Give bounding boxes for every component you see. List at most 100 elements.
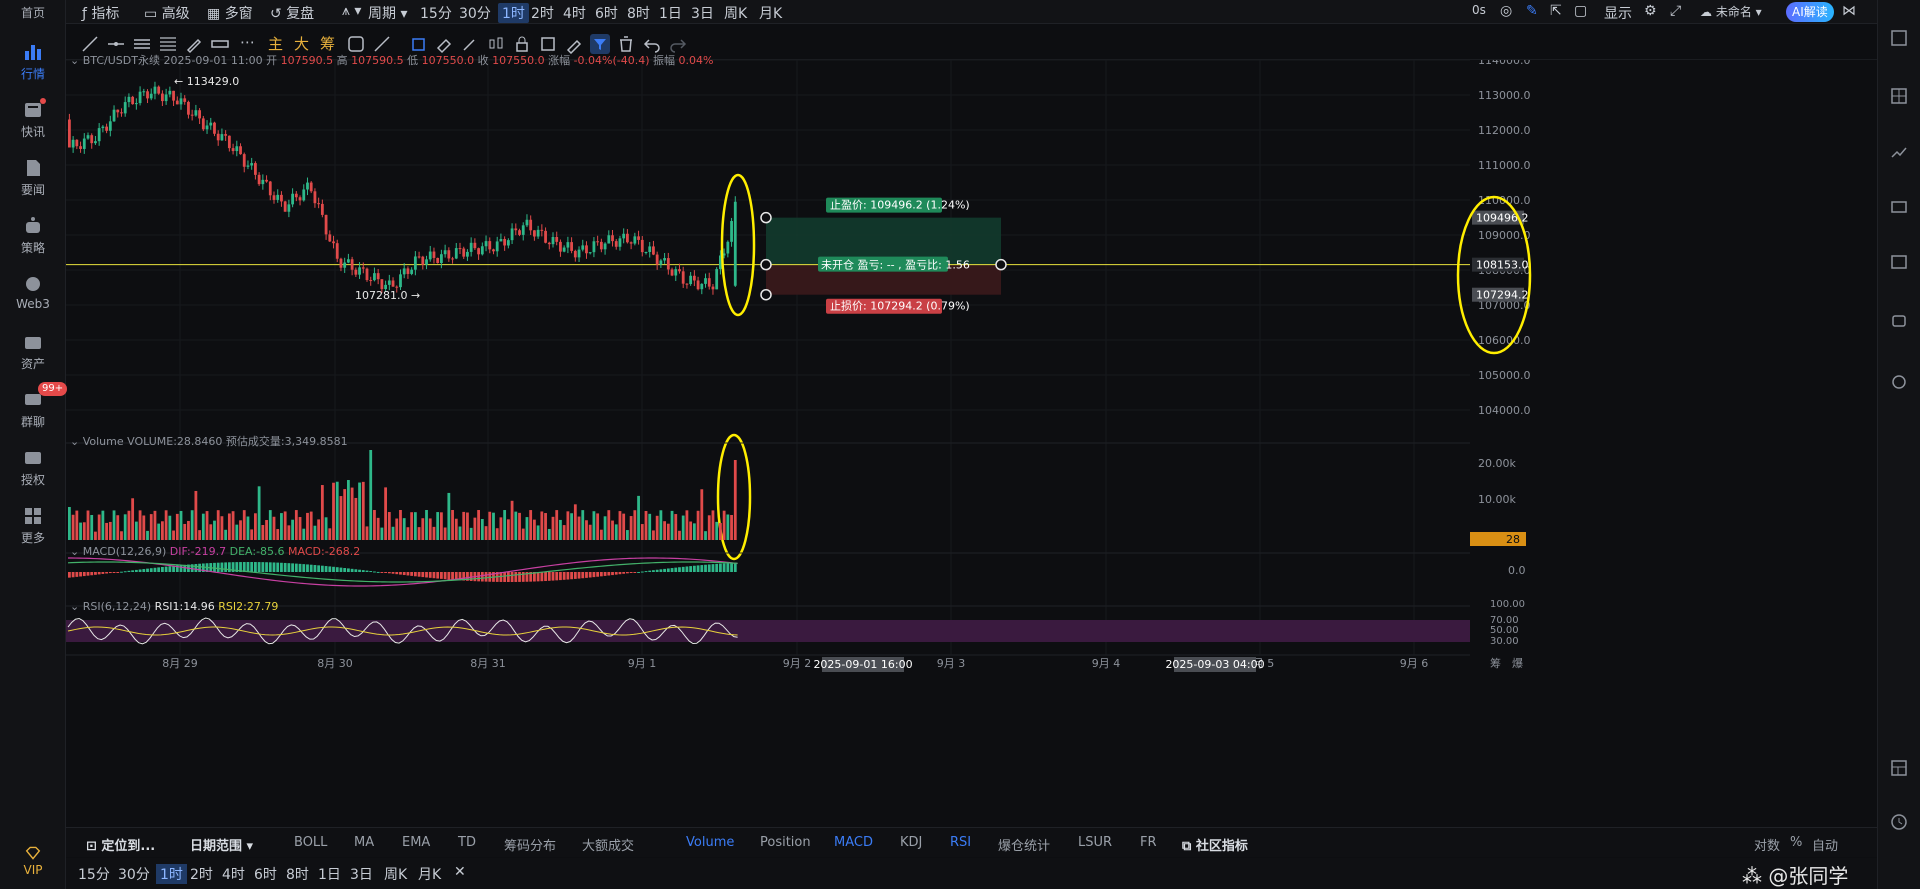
candle-body[interactable] (670, 269, 674, 276)
candle-body[interactable] (663, 258, 666, 261)
candle-body[interactable] (369, 280, 373, 282)
pen-tool-icon[interactable] (564, 34, 584, 54)
tf-30m[interactable]: 30分 (459, 3, 491, 23)
candle-body[interactable] (235, 146, 239, 152)
candle-body[interactable] (730, 221, 733, 242)
candle-body[interactable] (685, 283, 689, 285)
candle-body[interactable] (473, 242, 477, 249)
candle-body[interactable] (689, 275, 693, 285)
candle-body[interactable] (250, 163, 254, 166)
candle-body[interactable] (246, 165, 250, 167)
candle-body[interactable] (380, 279, 384, 290)
candle-body[interactable] (488, 241, 492, 250)
camera-icon[interactable]: ◎ (1500, 3, 1512, 19)
candle-body[interactable] (97, 128, 101, 142)
candle-body[interactable] (94, 141, 97, 144)
candle-body[interactable] (503, 239, 507, 246)
ind-chip-dist[interactable]: 筹码分布 (504, 835, 556, 854)
candle-body[interactable] (577, 249, 581, 258)
candle-body[interactable] (406, 268, 410, 274)
candle-body[interactable] (726, 241, 730, 254)
candle-body[interactable] (681, 271, 685, 284)
candle-body[interactable] (350, 259, 354, 270)
ind-kdj[interactable]: KDJ (900, 835, 922, 850)
candle-body[interactable] (149, 93, 153, 99)
note-icon[interactable] (538, 34, 558, 54)
candle-body[interactable] (428, 251, 432, 260)
candle-body[interactable] (626, 233, 629, 243)
candle-body[interactable] (640, 239, 644, 253)
date-range-dropdown[interactable]: 日期范围 ▾ (190, 835, 253, 854)
candle-body[interactable] (276, 194, 280, 200)
candle-body[interactable] (655, 254, 659, 265)
candle-body[interactable] (328, 234, 332, 242)
candle-body[interactable] (495, 241, 499, 252)
candle-body[interactable] (518, 230, 521, 235)
candle-body[interactable] (533, 230, 536, 237)
candle-body[interactable] (652, 246, 655, 255)
sidebar-item-vip[interactable]: VIP (0, 846, 66, 877)
candle-body[interactable] (343, 262, 347, 268)
candle-body[interactable] (220, 134, 224, 141)
candles-icon[interactable] (486, 34, 506, 54)
candle-body[interactable] (172, 90, 175, 101)
candle-body[interactable] (272, 195, 276, 200)
candle-body[interactable] (112, 109, 116, 122)
candle-body[interactable] (432, 251, 436, 258)
candle-body[interactable] (131, 96, 135, 105)
candle-body[interactable] (302, 189, 306, 201)
candle-body[interactable] (354, 269, 358, 275)
tf-6h[interactable]: 6时 (595, 3, 618, 23)
tf-week[interactable]: 周K (724, 3, 747, 23)
fullscreen-icon[interactable]: ▢ (1574, 3, 1587, 19)
candle-body[interactable] (607, 235, 611, 244)
candle-body[interactable] (585, 245, 588, 254)
btf-month[interactable]: 月K (418, 864, 441, 884)
big-orders-toggle[interactable]: 大 (294, 33, 309, 54)
candle-body[interactable] (466, 251, 469, 257)
candle-body[interactable] (637, 236, 640, 240)
lock-icon[interactable] (512, 34, 532, 54)
candle-body[interactable] (268, 181, 272, 196)
candle-body[interactable] (134, 103, 138, 105)
redo-icon[interactable] (668, 34, 688, 54)
more-tools-icon[interactable]: ⋯ (240, 33, 255, 51)
tf-4h[interactable]: 4时 (563, 3, 586, 23)
display-button[interactable]: 显示 (1604, 3, 1632, 23)
candle-body[interactable] (395, 286, 399, 288)
candle-body[interactable] (291, 193, 294, 205)
candle-body[interactable] (469, 242, 473, 252)
candle-body[interactable] (458, 248, 462, 250)
candle-body[interactable] (127, 96, 131, 103)
chip-distribution-toggle[interactable]: 筹 (320, 33, 335, 54)
candle-body[interactable] (205, 125, 209, 130)
candle-body[interactable] (387, 280, 391, 285)
candle-body[interactable] (142, 91, 146, 93)
volume-collapse-icon[interactable]: ⌄ (70, 435, 79, 448)
filter-icon[interactable] (590, 34, 610, 54)
sidebar-item-chat[interactable]: 群聊 99+ (0, 382, 68, 430)
orderbook-icon[interactable] (1889, 28, 1909, 48)
tf-3d[interactable]: 3日 (691, 3, 714, 23)
candle-body[interactable] (573, 250, 577, 258)
btf-1h[interactable]: 1时 (156, 864, 187, 884)
sidebar-item-more[interactable]: 更多 (0, 506, 66, 546)
candle-body[interactable] (175, 100, 179, 105)
position-handle[interactable] (995, 258, 1007, 271)
settings-dial-icon[interactable] (1889, 372, 1909, 392)
candle-body[interactable] (629, 242, 633, 244)
candle-body[interactable] (696, 280, 700, 290)
candle-body[interactable] (86, 135, 90, 139)
ind-boll[interactable]: BOLL (294, 835, 327, 850)
candle-body[interactable] (254, 163, 257, 175)
candle-body[interactable] (213, 122, 216, 134)
parallel-channel-icon[interactable] (132, 34, 152, 54)
candle-body[interactable] (451, 258, 454, 260)
candle-body[interactable] (399, 274, 402, 288)
candle-body[interactable] (477, 248, 480, 255)
position-handle[interactable] (760, 288, 772, 301)
monitor-icon[interactable] (1889, 198, 1909, 218)
undo-icon[interactable] (642, 34, 662, 54)
sidebar-item-assets[interactable]: 资产 (0, 332, 66, 372)
candle-body[interactable] (436, 257, 440, 264)
